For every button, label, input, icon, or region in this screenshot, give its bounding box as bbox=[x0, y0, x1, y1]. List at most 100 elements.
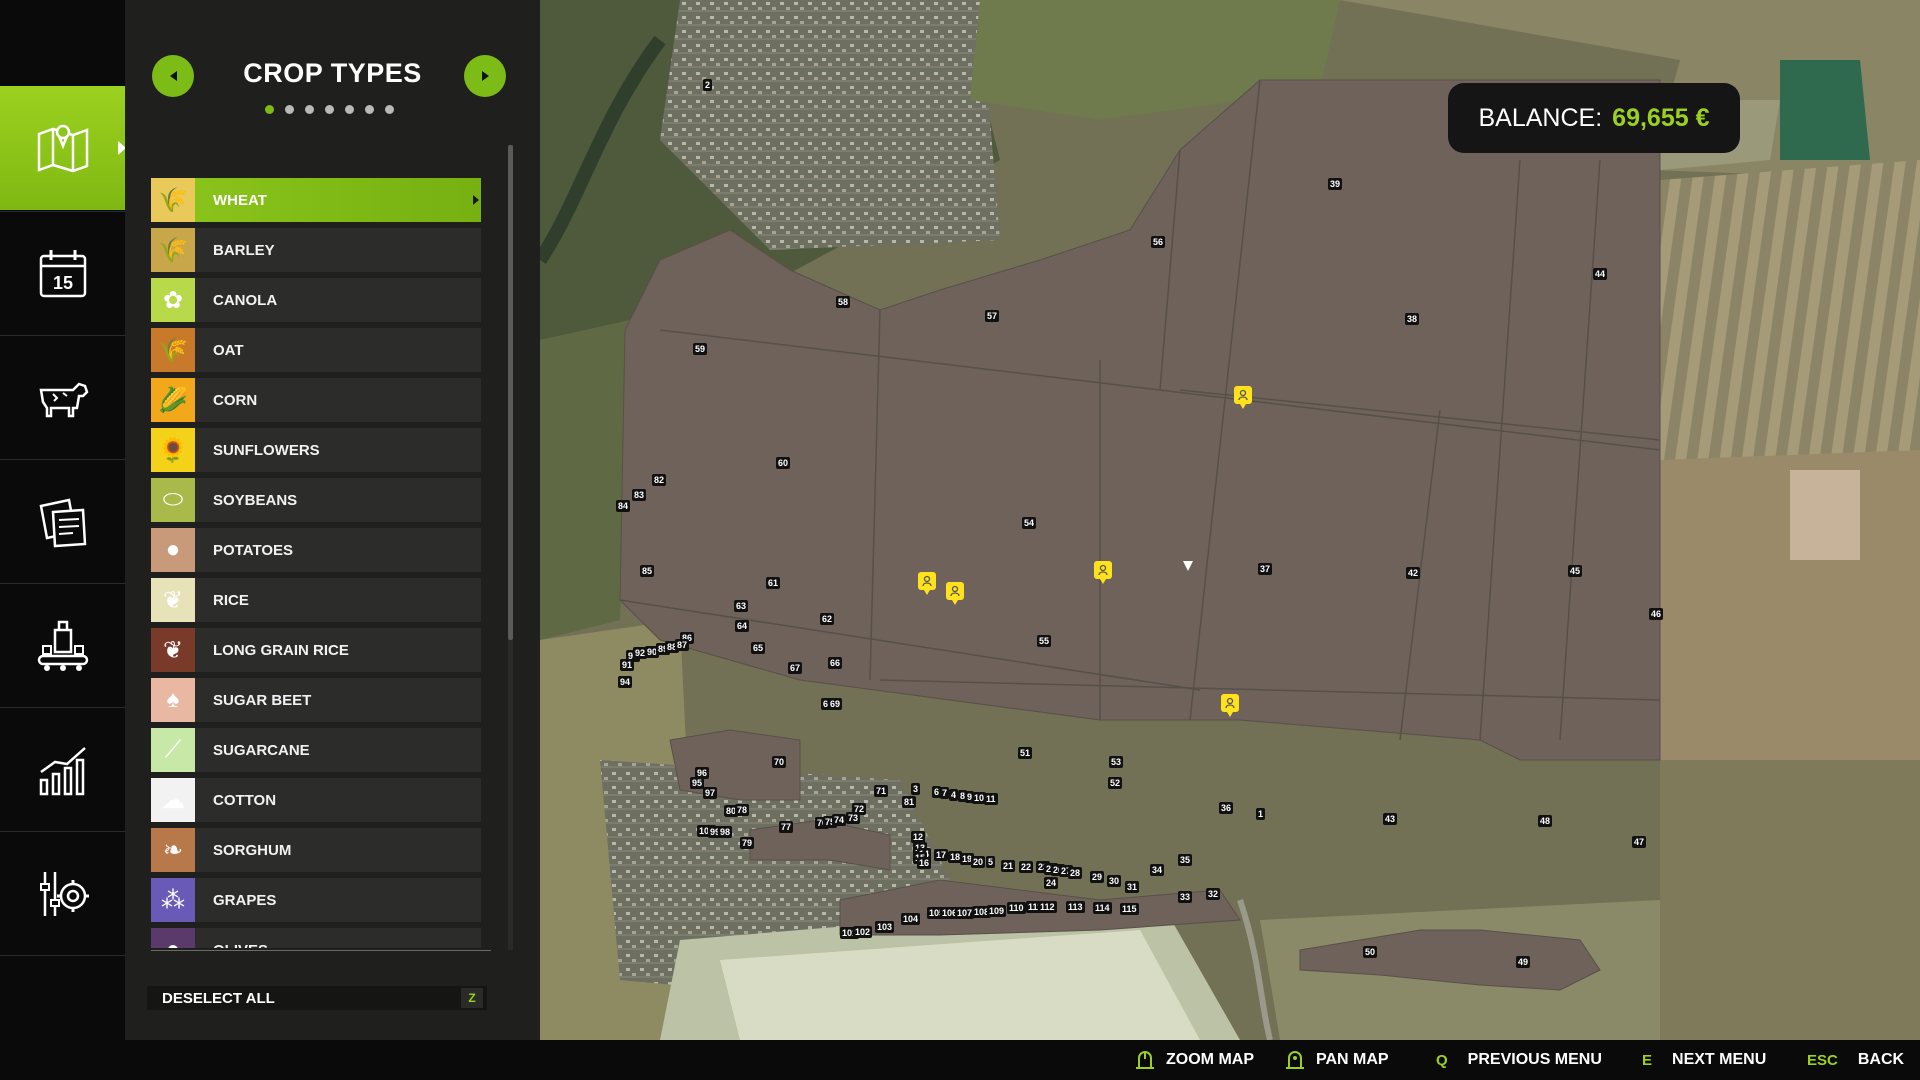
field-number-label[interactable]: 60 bbox=[776, 457, 791, 469]
field-number-label[interactable]: 95 bbox=[690, 777, 705, 789]
page-dot[interactable] bbox=[385, 105, 394, 114]
rail-animals-tab[interactable] bbox=[0, 335, 125, 459]
farmer-marker[interactable] bbox=[1094, 561, 1112, 584]
crop-item-oat[interactable]: 🌾 OAT bbox=[151, 328, 481, 372]
crop-item-long-grain-rice[interactable]: ❦ LONG GRAIN RICE bbox=[151, 628, 481, 672]
field-number-label[interactable]: 34 bbox=[1150, 864, 1165, 876]
previous-page-button[interactable] bbox=[152, 55, 194, 97]
field-number-label[interactable]: 46 bbox=[1649, 608, 1664, 620]
field-number-label[interactable]: 24 bbox=[1044, 877, 1059, 889]
page-dot[interactable] bbox=[325, 105, 334, 114]
field-number-label[interactable]: 110 bbox=[1007, 902, 1026, 914]
field-number-label[interactable]: 54 bbox=[1022, 517, 1037, 529]
field-number-label[interactable]: 66 bbox=[828, 657, 843, 669]
crop-item-cotton[interactable]: ☁ COTTON bbox=[151, 778, 481, 822]
field-number-label[interactable]: 59 bbox=[693, 343, 708, 355]
field-number-label[interactable]: 38 bbox=[1405, 313, 1420, 325]
field-number-label[interactable]: 94 bbox=[618, 676, 633, 688]
field-number-label[interactable]: 52 bbox=[1108, 777, 1123, 789]
field-number-label[interactable]: 4 bbox=[949, 789, 959, 801]
crop-item-rice[interactable]: ❦ RICE bbox=[151, 578, 481, 622]
field-number-label[interactable]: 2 bbox=[703, 79, 713, 91]
field-number-label[interactable]: 33 bbox=[1178, 891, 1193, 903]
rail-statistics-tab[interactable] bbox=[0, 707, 125, 831]
rail-calendar-tab[interactable]: 15 bbox=[0, 211, 125, 335]
crop-item-sorghum[interactable]: ❧ SORGHUM bbox=[151, 828, 481, 872]
field-number-label[interactable]: 82 bbox=[652, 474, 667, 486]
field-number-label[interactable]: 32 bbox=[1206, 888, 1221, 900]
crop-item-canola[interactable]: ✿ CANOLA bbox=[151, 278, 481, 322]
field-number-label[interactable]: 29 bbox=[1090, 871, 1105, 883]
field-number-label[interactable]: 74 bbox=[832, 814, 847, 826]
field-number-label[interactable]: 65 bbox=[751, 642, 766, 654]
field-number-label[interactable]: 37 bbox=[1258, 563, 1273, 575]
field-number-label[interactable]: 20 bbox=[971, 856, 986, 868]
zoom-map-hint[interactable]: ZOOM MAP bbox=[1134, 1040, 1254, 1080]
field-number-label[interactable]: 81 bbox=[902, 796, 917, 808]
field-number-label[interactable]: 45 bbox=[1568, 565, 1583, 577]
field-number-label[interactable]: 35 bbox=[1178, 854, 1193, 866]
field-number-label[interactable]: 39 bbox=[1328, 178, 1343, 190]
field-number-label[interactable]: 57 bbox=[985, 310, 1000, 322]
field-number-label[interactable]: 64 bbox=[735, 620, 750, 632]
field-number-label[interactable]: 114 bbox=[1093, 902, 1112, 914]
field-number-label[interactable]: 50 bbox=[1363, 946, 1378, 958]
field-number-label[interactable]: 85 bbox=[640, 565, 655, 577]
field-number-label[interactable]: 17 bbox=[934, 849, 949, 861]
field-number-label[interactable]: 43 bbox=[1383, 813, 1398, 825]
crop-item-sunflowers[interactable]: 🌻 SUNFLOWERS bbox=[151, 428, 481, 472]
rail-production-tab[interactable] bbox=[0, 583, 125, 707]
field-number-label[interactable]: 71 bbox=[874, 785, 889, 797]
page-dot[interactable] bbox=[265, 105, 274, 114]
next-page-button[interactable] bbox=[464, 55, 506, 97]
back-hint[interactable]: ESC BACK bbox=[1807, 1040, 1904, 1080]
field-number-label[interactable]: 5 bbox=[986, 856, 996, 868]
field-number-label[interactable]: 1 bbox=[1256, 808, 1266, 820]
crop-item-barley[interactable]: 🌾 BARLEY bbox=[151, 228, 481, 272]
page-dot[interactable] bbox=[345, 105, 354, 114]
field-number-label[interactable]: 97 bbox=[703, 787, 718, 799]
field-number-label[interactable]: 103 bbox=[875, 921, 895, 933]
field-number-label[interactable]: 104 bbox=[901, 913, 921, 925]
scrollbar-thumb[interactable] bbox=[508, 145, 513, 640]
field-number-label[interactable]: 98 bbox=[718, 826, 733, 838]
page-dot[interactable] bbox=[365, 105, 374, 114]
field-number-label[interactable]: 42 bbox=[1406, 567, 1421, 579]
field-number-label[interactable]: 22 bbox=[1019, 861, 1034, 873]
crop-item-soybeans[interactable]: ⬭ SOYBEANS bbox=[151, 478, 481, 522]
field-number-label[interactable]: 61 bbox=[766, 577, 781, 589]
field-number-label[interactable]: 91 bbox=[620, 659, 635, 671]
field-number-label[interactable]: 53 bbox=[1109, 756, 1124, 768]
field-number-label[interactable]: 3 bbox=[911, 783, 921, 795]
field-number-label[interactable]: 115 bbox=[1120, 903, 1139, 915]
field-number-label[interactable]: 102 bbox=[853, 926, 873, 938]
field-number-label[interactable]: 83 bbox=[632, 489, 647, 501]
field-number-label[interactable]: 69 bbox=[828, 698, 843, 710]
farmer-marker[interactable] bbox=[946, 582, 964, 605]
field-number-label[interactable]: 36 bbox=[1219, 802, 1234, 814]
field-number-label[interactable]: 112 bbox=[1038, 901, 1057, 913]
field-number-label[interactable]: 87 bbox=[675, 639, 690, 651]
field-number-label[interactable]: 31 bbox=[1125, 881, 1140, 893]
field-number-label[interactable]: 11 bbox=[984, 793, 998, 805]
map-view[interactable]: 2 39 56 44 58 57 38 59 60 82 83 84 54 37 42 45 85 61 63 64 6… bbox=[540, 0, 1920, 1040]
crop-item-sugarcane[interactable]: ⟋ SUGARCANE bbox=[151, 728, 481, 772]
field-number-label[interactable]: 58 bbox=[836, 296, 851, 308]
farmer-marker[interactable] bbox=[1234, 386, 1252, 409]
crop-item-potatoes[interactable]: ● POTATOES bbox=[151, 528, 481, 572]
next-menu-hint[interactable]: E NEXT MENU bbox=[1642, 1040, 1766, 1080]
pan-map-hint[interactable]: PAN MAP bbox=[1284, 1040, 1389, 1080]
field-number-label[interactable]: 44 bbox=[1593, 268, 1608, 280]
field-number-label[interactable]: 113 bbox=[1066, 901, 1085, 913]
crop-item-olives[interactable]: ● OLIVES bbox=[151, 928, 481, 948]
field-number-label[interactable]: 56 bbox=[1151, 236, 1166, 248]
field-number-label[interactable]: 84 bbox=[616, 500, 631, 512]
crop-item-wheat[interactable]: 🌾 WHEAT bbox=[151, 178, 481, 222]
field-number-label[interactable]: 7 bbox=[940, 787, 950, 799]
crop-item-grapes[interactable]: ⁂ GRAPES bbox=[151, 878, 481, 922]
field-number-label[interactable]: 63 bbox=[734, 600, 749, 612]
field-number-label[interactable]: 51 bbox=[1018, 747, 1033, 759]
crop-item-corn[interactable]: 🌽 CORN bbox=[151, 378, 481, 422]
field-number-label[interactable]: 21 bbox=[1001, 860, 1016, 872]
page-dot[interactable] bbox=[305, 105, 314, 114]
